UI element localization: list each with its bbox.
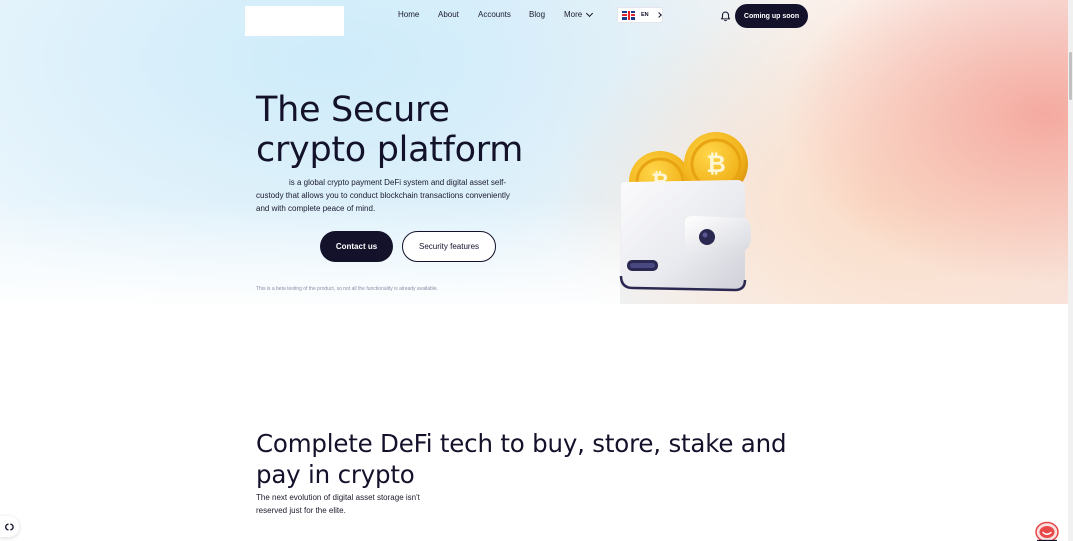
hero-title-line2: crypto platform <box>256 130 524 170</box>
cookie-settings-icon <box>5 523 14 530</box>
coming-soon-button[interactable]: Coming up soon <box>735 4 808 28</box>
wallet-coins-illustration: ₿ ₿ <box>619 132 751 292</box>
nav-more[interactable]: More <box>564 9 594 19</box>
language-code: EN <box>641 12 649 18</box>
scrollbar-thumb[interactable] <box>1069 52 1072 100</box>
hero-title-line1: The Secure <box>256 90 450 130</box>
contact-us-button[interactable]: Contact us <box>320 231 393 262</box>
nav-blog[interactable]: Blog <box>529 10 545 19</box>
chat-icon[interactable] <box>1035 521 1059 541</box>
security-features-button[interactable]: Security features <box>402 231 496 262</box>
features-heading: Complete DeFi tech to buy, store, stake … <box>256 429 787 489</box>
beta-notice: This is a beta testing of the product, s… <box>256 286 439 292</box>
svg-text:₿: ₿ <box>706 150 726 178</box>
hero-title: The Secure crypto platform <box>256 90 576 170</box>
nav-home[interactable]: Home <box>398 10 419 19</box>
features-description: The next evolution of digital asset stor… <box>256 493 420 515</box>
chevron-down-icon <box>586 9 594 17</box>
uk-flag-icon <box>622 10 635 20</box>
nav-more-label: More <box>564 10 583 19</box>
cookie-settings-button[interactable] <box>0 516 19 537</box>
language-selector[interactable]: EN <box>617 7 663 23</box>
nav-accounts[interactable]: Accounts <box>478 10 511 19</box>
site-logo[interactable] <box>245 6 344 36</box>
hero-description: is a global crypto payment DeFi system a… <box>256 178 510 213</box>
nav-about[interactable]: About <box>438 10 459 19</box>
chevron-right-icon <box>655 12 662 18</box>
bell-icon[interactable] <box>720 11 731 22</box>
